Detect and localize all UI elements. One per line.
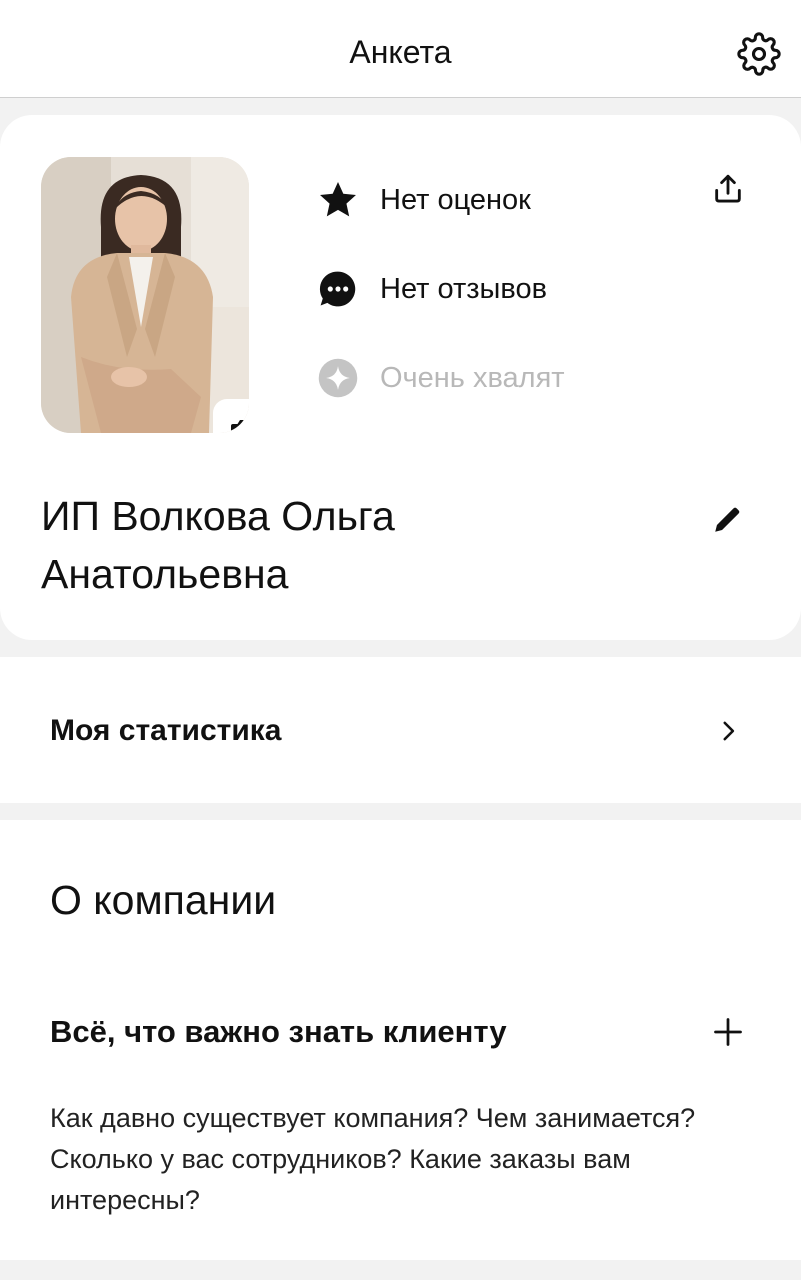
about-company-section: О компании Всё, что важно знать клиенту … [0,820,801,1260]
my-statistics-label: Моя статистика [50,714,282,747]
rating-text: Нет оценок [380,184,531,216]
top-bar: Анкета [0,0,801,98]
profile-name-line1: ИП Волкова Ольга [41,493,395,539]
share-icon[interactable] [706,167,750,211]
chevron-right-icon [712,715,744,747]
page-title: Анкета [349,34,452,70]
profile-name-line2: Анатольевна [41,551,289,597]
change-photo-button[interactable] [213,399,249,433]
chat-bubble-icon [316,267,360,311]
about-title: О компании [50,877,277,923]
profile-photo[interactable] [41,157,249,433]
profile-card: Нет оценок Нет отзывов Очень хвалят ИП В… [0,115,801,640]
my-statistics-row[interactable]: Моя статистика [0,657,801,803]
gear-icon[interactable] [735,30,783,78]
sparkle-icon [316,356,360,400]
star-icon [316,178,360,222]
reviews-row: Нет отзывов [316,266,547,312]
plus-icon[interactable] [706,1010,750,1054]
about-subtitle[interactable]: Всё, что важно знать клиенту [50,1012,507,1052]
camera-icon [231,420,249,433]
reviews-text: Нет отзывов [380,273,547,305]
profile-name: ИП Волкова Ольга Анатольевна [41,487,661,603]
pencil-icon[interactable] [706,497,750,541]
about-description: Как давно существует компания? Чем заним… [50,1103,696,1215]
rating-row: Нет оценок [316,177,531,223]
praise-row: Очень хвалят [316,355,565,401]
praise-text: Очень хвалят [380,362,565,394]
